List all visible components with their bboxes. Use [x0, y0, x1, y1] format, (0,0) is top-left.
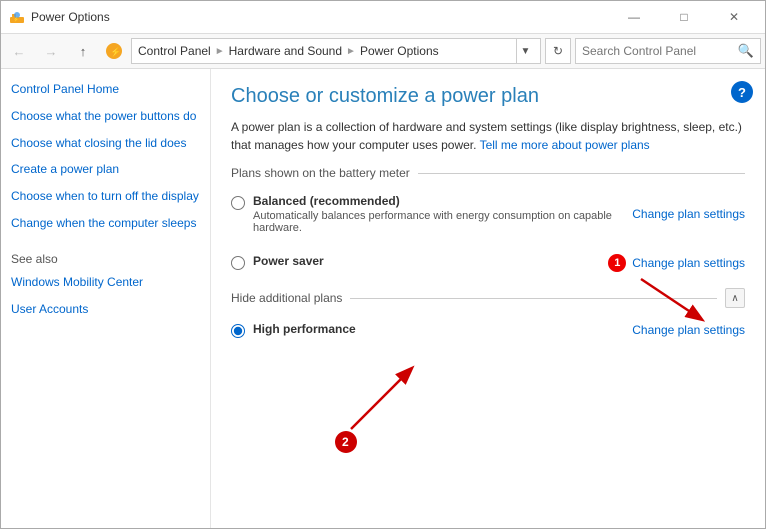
svg-text:⚡: ⚡	[13, 16, 19, 23]
hide-plans-label: Hide additional plans	[231, 291, 342, 305]
section-label: Plans shown on the battery meter	[231, 166, 410, 180]
plan-row-balanced: Balanced (recommended) Automatically bal…	[231, 190, 745, 238]
sidebar-item-create-plan[interactable]: Create a power plan	[11, 161, 200, 178]
address-bar: ← → ↑ ⚡ Control Panel ► Hardware and Sou…	[1, 33, 765, 69]
search-icon: 🔍	[738, 43, 754, 59]
section-divider: Plans shown on the battery meter	[231, 166, 745, 180]
hide-plans-divider	[350, 298, 717, 299]
plan-info-balanced: Balanced (recommended) Automatically bal…	[253, 194, 632, 234]
plan-info-high-performance: High performance	[253, 322, 632, 336]
sidebar-item-turn-off-display[interactable]: Choose when to turn off the display	[11, 188, 200, 205]
sidebar-item-home[interactable]: Control Panel Home	[11, 81, 200, 98]
breadcrumb-icon: ⚡	[105, 42, 123, 60]
plan-radio-balanced[interactable]	[231, 196, 245, 210]
learn-more-link[interactable]: Tell me more about power plans	[480, 138, 650, 152]
change-plan-link-saver[interactable]: Change plan settings	[632, 256, 745, 270]
plan-info-saver: Power saver	[253, 254, 608, 268]
page-title: Choose or customize a power plan	[231, 85, 745, 108]
plan-name-balanced: Balanced (recommended)	[253, 194, 632, 208]
svg-text:⚡: ⚡	[110, 46, 121, 58]
main-area: Control Panel Home Choose what the power…	[1, 69, 765, 528]
breadcrumb-current: Power Options	[360, 44, 439, 58]
up-button[interactable]: ↑	[69, 37, 97, 65]
plan-row-high-performance: High performance Change plan settings	[231, 318, 745, 342]
maximize-button[interactable]: □	[661, 1, 707, 33]
breadcrumb-sep-2: ►	[346, 46, 356, 57]
breadcrumb-control-panel[interactable]: Control Panel	[138, 44, 211, 58]
change-plan-link-high-performance[interactable]: Change plan settings	[632, 323, 745, 337]
collapse-button[interactable]: ∧	[725, 288, 745, 308]
sidebar-item-user-accounts[interactable]: User Accounts	[11, 301, 200, 318]
breadcrumb-sep-1: ►	[215, 46, 225, 57]
window-controls: — □ ✕	[611, 1, 757, 33]
divider-line	[418, 173, 745, 174]
see-also-label: See also	[11, 252, 200, 266]
svg-text:2: 2	[342, 435, 349, 449]
title-bar: ⚡ Power Options — □ ✕	[1, 1, 765, 33]
window-title: Power Options	[31, 10, 611, 24]
window: ⚡ Power Options — □ ✕ ← → ↑ ⚡ Control Pa…	[0, 0, 766, 529]
sidebar-item-lid[interactable]: Choose what closing the lid does	[11, 135, 200, 152]
annotation-badge-1: 1	[608, 254, 626, 272]
forward-button[interactable]: →	[37, 37, 65, 65]
change-plan-link-balanced[interactable]: Change plan settings	[632, 207, 745, 221]
plan-row-saver: Power saver 1 Change plan settings	[231, 250, 745, 276]
plan-radio-high-performance[interactable]	[231, 324, 245, 338]
plan-name-saver: Power saver	[253, 254, 608, 268]
plan-radio-saver[interactable]	[231, 256, 245, 270]
close-button[interactable]: ✕	[711, 1, 757, 33]
plan-name-high-performance: High performance	[253, 322, 632, 336]
help-button[interactable]: ?	[731, 81, 753, 103]
content-area: ? Choose or customize a power plan A pow…	[211, 69, 765, 528]
search-input[interactable]	[582, 44, 738, 58]
hide-plans-section: Hide additional plans ∧ High performance…	[231, 288, 745, 342]
search-box: 🔍	[575, 38, 761, 64]
window-icon: ⚡	[9, 9, 25, 25]
back-button[interactable]: ←	[5, 37, 33, 65]
refresh-button[interactable]: ↻	[545, 38, 571, 64]
minimize-button[interactable]: —	[611, 1, 657, 33]
hide-plans-header: Hide additional plans ∧	[231, 288, 745, 308]
breadcrumb-bar: Control Panel ► Hardware and Sound ► Pow…	[131, 38, 541, 64]
plan-desc-balanced: Automatically balances performance with …	[253, 210, 632, 234]
breadcrumb-dropdown-button[interactable]: ▼	[516, 38, 534, 64]
sidebar-item-power-buttons[interactable]: Choose what the power buttons do	[11, 108, 200, 125]
page-description: A power plan is a collection of hardware…	[231, 118, 745, 154]
sidebar: Control Panel Home Choose what the power…	[1, 69, 211, 528]
breadcrumb-hardware[interactable]: Hardware and Sound	[229, 44, 342, 58]
sidebar-item-computer-sleeps[interactable]: Change when the computer sleeps	[11, 215, 200, 232]
sidebar-item-mobility-center[interactable]: Windows Mobility Center	[11, 274, 200, 291]
